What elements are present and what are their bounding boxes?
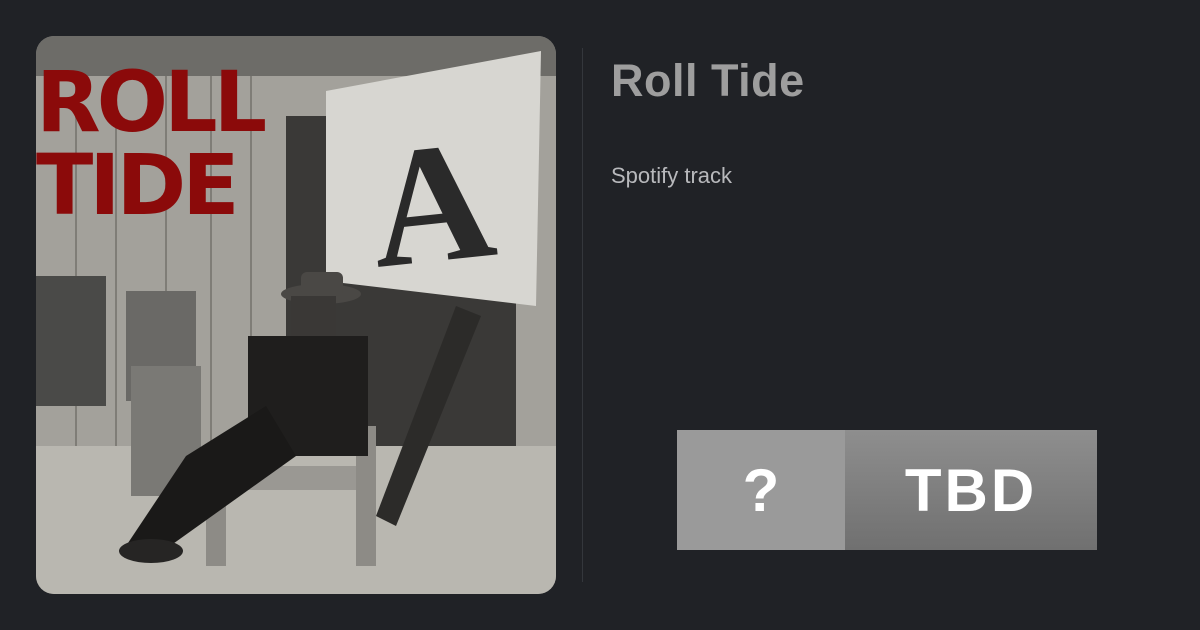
track-title: Roll Tide xyxy=(611,55,805,106)
sign-letter: A xyxy=(361,104,503,304)
rating-badge-symbol: ? xyxy=(677,430,845,550)
rating-badge-label: TBD xyxy=(845,430,1097,550)
album-cover: A ROLL TIDE xyxy=(36,36,556,594)
track-subtitle: Spotify track xyxy=(611,163,733,188)
vertical-divider xyxy=(582,48,583,582)
cover-lettering-tide: TIDE xyxy=(36,136,236,234)
rating-badge: ? TBD xyxy=(677,430,1097,550)
